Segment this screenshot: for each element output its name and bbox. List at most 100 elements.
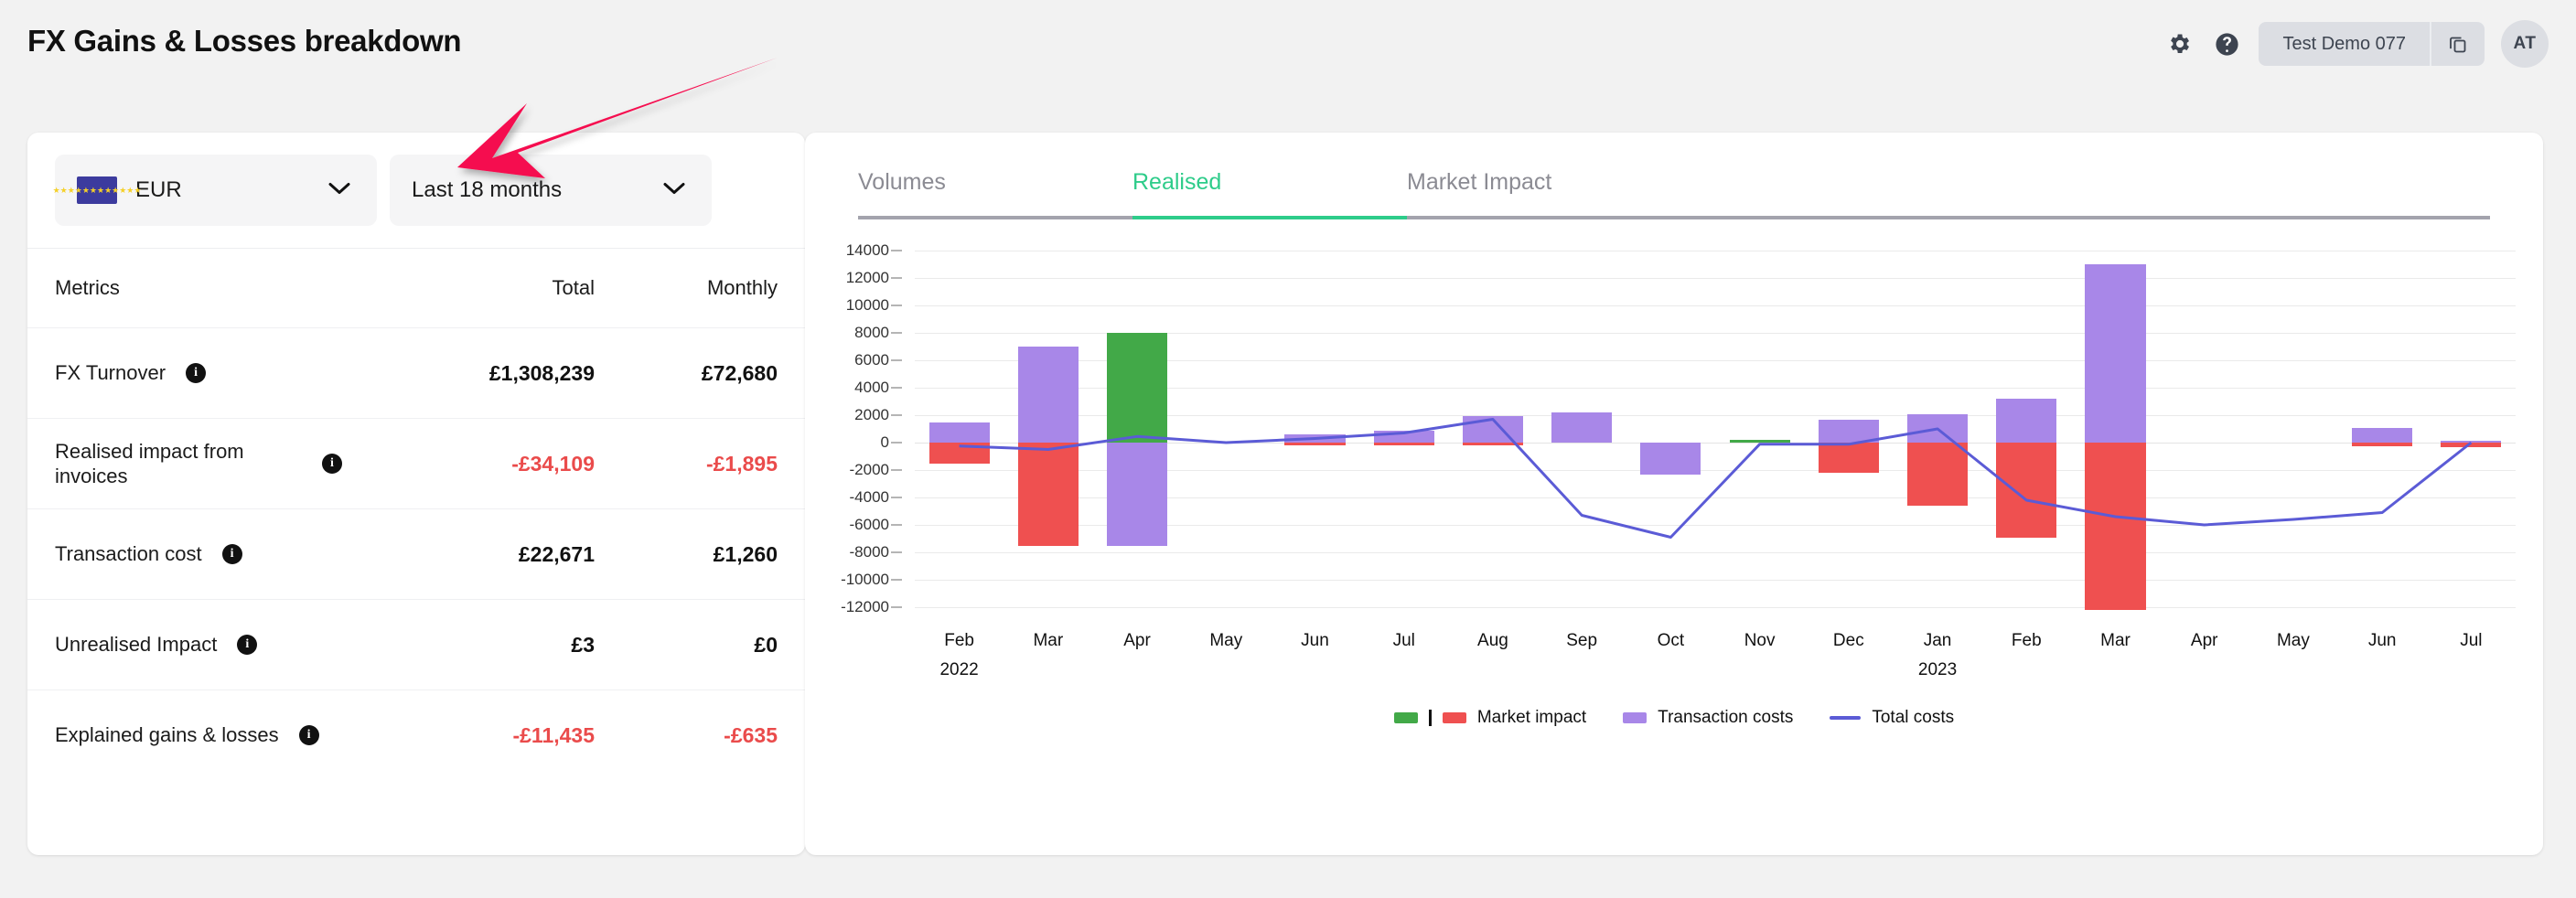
y-axis-tick-mark [891, 333, 902, 334]
currency-dropdown[interactable]: ★★★★★★★★★★★★ EUR [55, 155, 377, 226]
x-axis-tick-label: Feb [944, 631, 974, 651]
x-axis-tick-label: Feb [2012, 631, 2042, 651]
legend-item[interactable]: Market impact [1394, 708, 1586, 728]
metric-name: Explained gains & losses i [55, 722, 412, 748]
app-header: FX Gains & Losses breakdown Test Demo 07… [0, 0, 2576, 101]
info-icon[interactable]: i [322, 454, 342, 474]
legend-swatch [1623, 712, 1647, 723]
x-axis-tick-label: May [1209, 631, 1242, 651]
info-icon[interactable]: i [237, 635, 257, 655]
info-icon[interactable]: i [299, 725, 319, 745]
metric-name: Unrealised Impact i [55, 632, 412, 657]
total-costs-polyline [960, 420, 2472, 538]
tab-realised[interactable]: Realised [1132, 169, 1407, 216]
y-axis-tick-label: -6000 [850, 516, 889, 534]
y-axis-tick-mark [891, 388, 902, 389]
currency-dropdown-label: EUR [135, 177, 182, 203]
chart-tab-row: VolumesRealisedMarket Impact [858, 169, 2490, 216]
y-axis-tick-label: 8000 [854, 324, 889, 342]
y-axis-tick-label: 0 [881, 433, 889, 452]
tab-volumes[interactable]: Volumes [858, 169, 1132, 216]
legend-label: Market impact [1477, 708, 1586, 728]
metric-name: Realised impact from invoices i [55, 439, 412, 489]
legend-line-swatch [1830, 716, 1861, 720]
x-axis-year-label: 2022 [939, 660, 978, 680]
legend-separator [1429, 710, 1432, 726]
x-axis-tick-label: Mar [1033, 631, 1063, 651]
metric-label: Transaction cost [55, 541, 202, 567]
gridline [915, 607, 2516, 608]
chart-plot-area [915, 251, 2516, 607]
period-dropdown-label: Last 18 months [412, 177, 562, 203]
account-name[interactable]: Test Demo 077 [2259, 22, 2430, 66]
chart-tabs: VolumesRealisedMarket Impact [858, 169, 2490, 219]
metric-total: £3 [412, 633, 595, 657]
legend-label: Total costs [1872, 708, 1954, 728]
x-axis-tick-label: Oct [1658, 631, 1685, 651]
y-axis-tick-label: -4000 [850, 488, 889, 507]
x-axis-tick-label: Jul [1393, 631, 1415, 651]
column-header-total: Total [412, 276, 595, 300]
tab-underline-segment [1132, 216, 1407, 219]
y-axis-tick-mark [891, 580, 902, 581]
legend-item[interactable]: Transaction costs [1623, 708, 1793, 728]
metric-label: Realised impact from invoices [55, 439, 302, 489]
y-axis-tick-label: 2000 [854, 406, 889, 424]
x-axis-tick-label: Jun [1301, 631, 1329, 651]
y-axis-tick-mark [891, 525, 902, 526]
total-costs-line [915, 251, 2516, 607]
x-axis-tick-label: Mar [2100, 631, 2131, 651]
y-axis-tick-label: 12000 [846, 269, 889, 287]
metric-monthly: £72,680 [595, 361, 778, 386]
legend-label: Transaction costs [1658, 708, 1793, 728]
y-axis-tick-mark [891, 278, 902, 279]
tab-underline-segment [1407, 216, 1681, 219]
account-pill: Test Demo 077 [2259, 22, 2485, 66]
x-axis-tick-label: Sep [1566, 631, 1597, 651]
metric-row: Realised impact from invoices i -£34,109-£… [27, 418, 805, 508]
y-axis-tick-label: -8000 [850, 543, 889, 561]
metric-label: Explained gains & losses [55, 722, 279, 748]
x-axis-tick-label: Jun [2368, 631, 2397, 651]
chevron-down-icon [326, 180, 353, 201]
header-actions: Test Demo 077 AT [2163, 20, 2549, 68]
tab-market-impact[interactable]: Market Impact [1407, 169, 1681, 216]
metric-monthly: -£1,895 [595, 452, 778, 476]
chevron-down-icon [660, 180, 688, 201]
metric-name: Transaction cost i [55, 541, 412, 567]
tab-underline-segment [858, 216, 1132, 219]
metric-label: Unrealised Impact [55, 632, 217, 657]
period-dropdown[interactable]: Last 18 months [390, 155, 712, 226]
filter-row: ★★★★★★★★★★★★ EUR Last 18 months [27, 133, 805, 248]
y-axis-tick-mark [891, 470, 902, 471]
copy-icon[interactable] [2430, 22, 2485, 66]
x-axis-tick-label: Jul [2460, 631, 2482, 651]
y-axis-tick-label: 10000 [846, 296, 889, 315]
legend-item[interactable]: Total costs [1830, 708, 1954, 728]
chart-legend: Market impact Transaction costs Total cost… [805, 708, 2543, 728]
x-axis-tick-label: Apr [1123, 631, 1151, 651]
avatar[interactable]: AT [2501, 20, 2549, 68]
chart-panel: VolumesRealisedMarket Impact 14000120001… [805, 133, 2543, 855]
metric-total: -£11,435 [412, 723, 595, 748]
y-axis-tick-label: -12000 [841, 598, 889, 616]
info-icon[interactable]: i [222, 544, 242, 564]
metric-name: FX Turnover i [55, 360, 412, 386]
metric-total: £1,308,239 [412, 361, 595, 386]
metric-row: FX Turnover i £1,308,239£72,680 [27, 327, 805, 418]
column-header-monthly: Monthly [595, 276, 778, 300]
y-axis-tick-label: -2000 [850, 461, 889, 479]
chart-y-axis: 14000120001000080006000400020000-2000-40… [805, 251, 915, 607]
metric-label: FX Turnover [55, 360, 166, 386]
gear-icon[interactable] [2163, 28, 2195, 59]
info-icon[interactable]: i [186, 363, 206, 383]
x-axis-tick-label: Jan [1924, 631, 1952, 651]
metric-monthly: -£635 [595, 723, 778, 748]
page-title: FX Gains & Losses breakdown [27, 24, 461, 59]
y-axis-tick-mark [891, 443, 902, 444]
help-circle-icon[interactable] [2211, 28, 2242, 59]
y-axis-tick-mark [891, 415, 902, 416]
metric-row: Transaction costi£22,671£1,260 [27, 508, 805, 599]
x-axis-tick-label: Nov [1744, 631, 1776, 651]
metric-total: -£34,109 [412, 452, 595, 476]
